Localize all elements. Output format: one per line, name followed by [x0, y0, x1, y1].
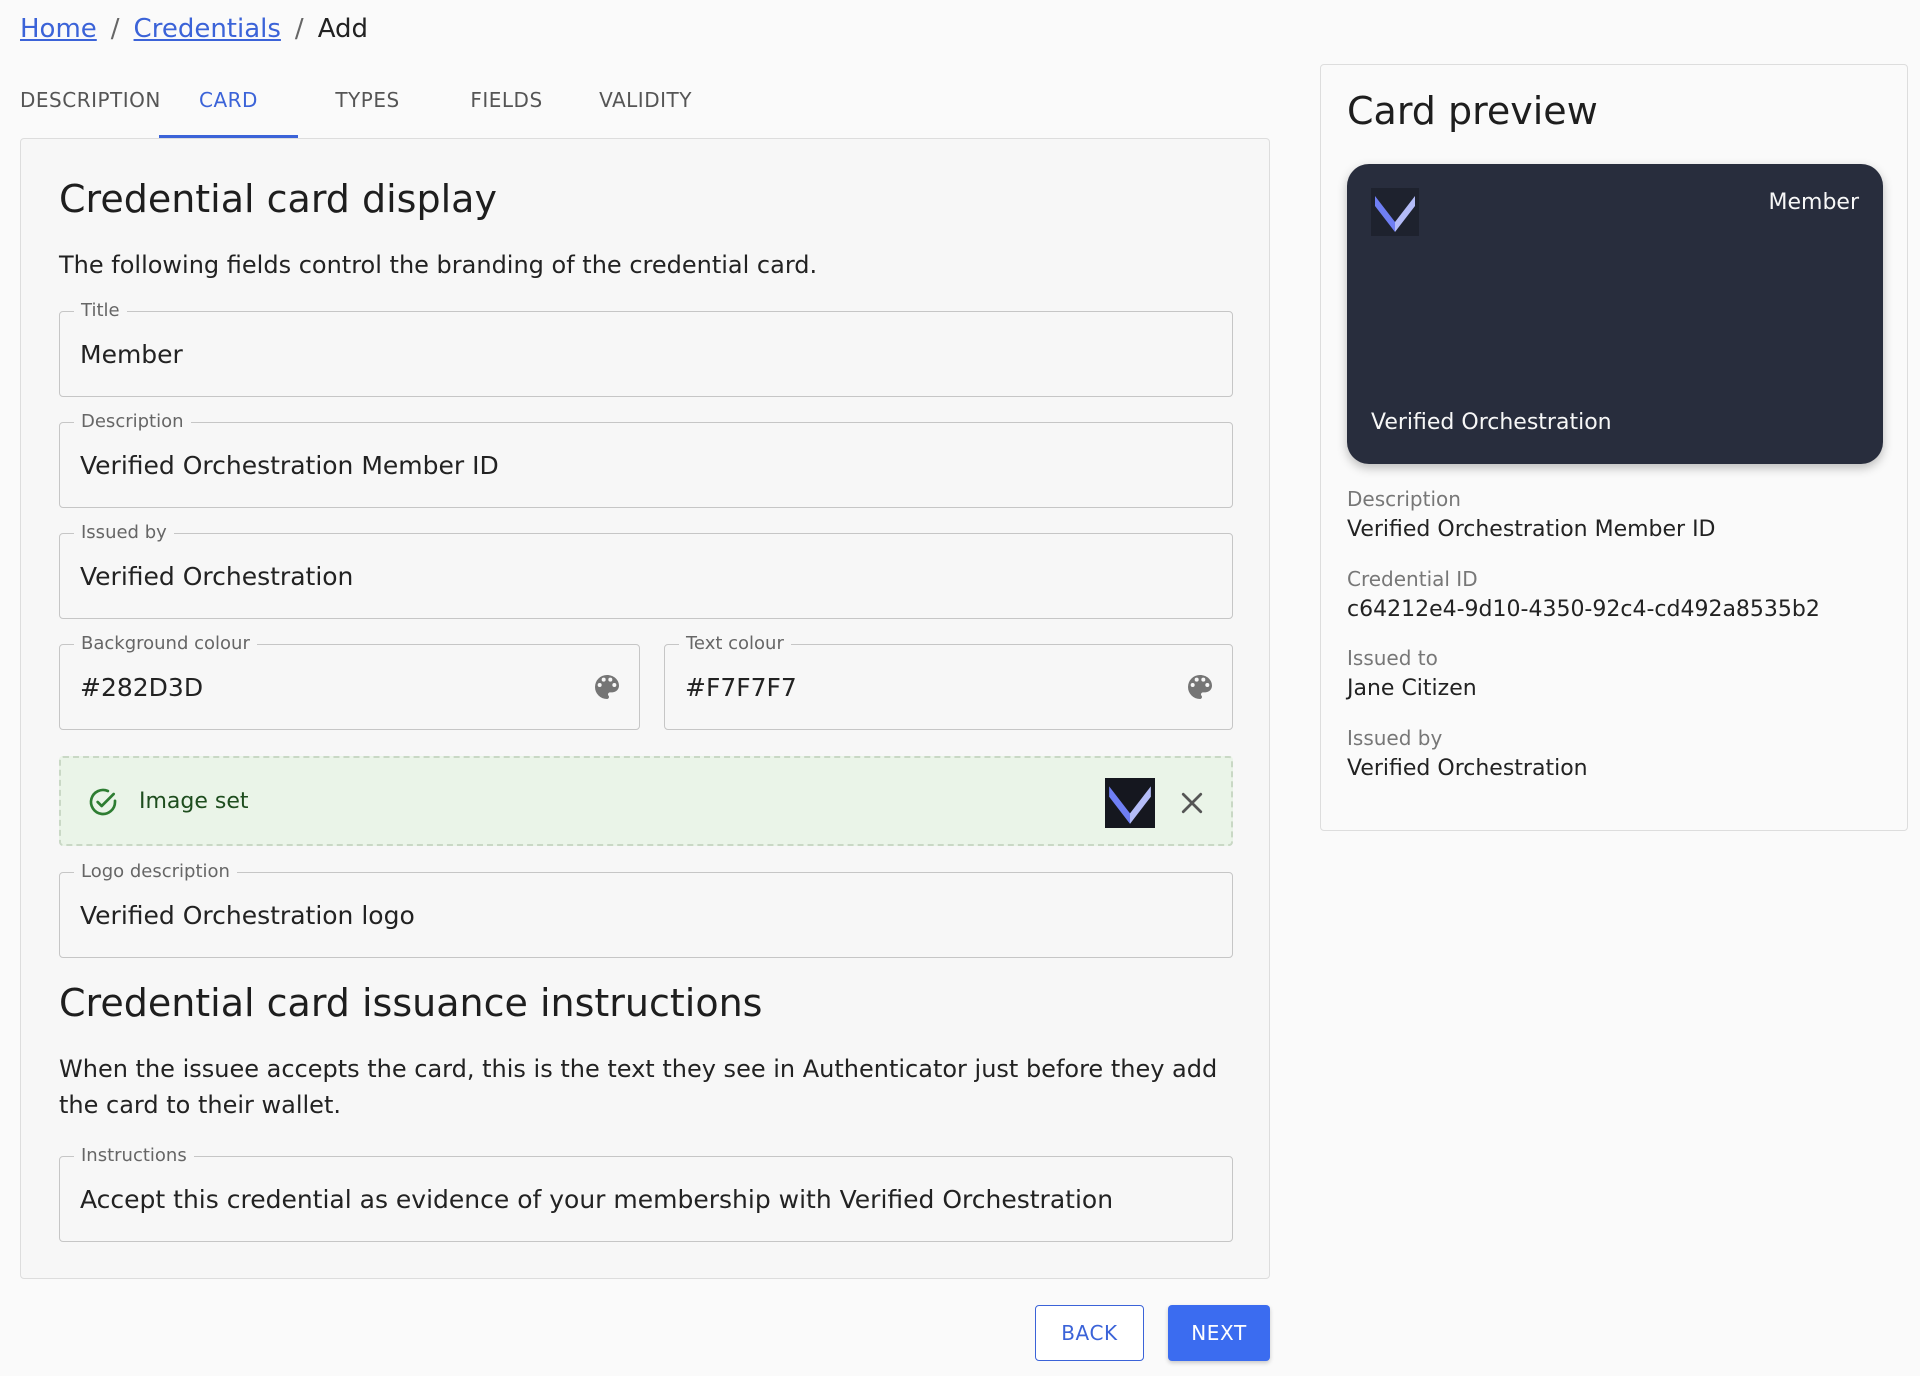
issued-by-field[interactable]: Issued by Verified Orchestration [59, 521, 1233, 619]
close-icon[interactable] [1177, 788, 1207, 818]
background-colour-field-value[interactable]: #282D3D [80, 645, 203, 729]
tab-description[interactable]: DESCRIPTION [20, 72, 160, 138]
text-colour-field-value[interactable]: #F7F7F7 [685, 645, 797, 729]
card-preview-issuer: Verified Orchestration [1371, 410, 1612, 435]
detail-issued-to-label: Issued to [1347, 646, 1438, 670]
check-circle-icon [89, 788, 117, 816]
breadcrumb-separator: / [110, 14, 120, 44]
logo-thumbnail [1105, 778, 1155, 828]
issued-by-field-value[interactable]: Verified Orchestration [80, 534, 353, 618]
issuance-intro: When the issuee accepts the card, this i… [59, 1055, 1218, 1119]
card-preview-heading: Card preview [1347, 89, 1598, 133]
image-upload-status: Image set [59, 756, 1233, 846]
card-logo [1371, 188, 1419, 236]
card-form-panel: Credential card display The following fi… [20, 138, 1270, 1279]
card-display-intro: The following fields control the brandin… [59, 251, 818, 279]
step-tabs: DESCRIPTION CARD TYPES FIELDS VALIDITY [20, 72, 715, 138]
tab-validity[interactable]: VALIDITY [576, 72, 715, 138]
palette-icon[interactable] [591, 671, 623, 703]
logo-description-field-value[interactable]: Verified Orchestration logo [80, 873, 415, 957]
image-set-text: Image set [139, 788, 249, 814]
background-colour-field[interactable]: Background colour #282D3D [59, 632, 640, 730]
breadcrumb-current: Add [317, 14, 369, 44]
detail-description-label: Description [1347, 487, 1461, 511]
breadcrumb-home-link[interactable]: Home [20, 14, 97, 44]
detail-issued-to-value: Jane Citizen [1347, 676, 1477, 701]
description-field[interactable]: Description Verified Orchestration Membe… [59, 410, 1233, 508]
detail-issued-by-label: Issued by [1347, 726, 1443, 750]
next-button[interactable]: NEXT [1168, 1305, 1270, 1361]
detail-credential-id-value: c64212e4-9d10-4350-92c4-cd492a8535b2 [1347, 597, 1820, 622]
page: Home / Credentials / Add DESCRIPTION CAR… [0, 0, 1920, 1376]
text-colour-field[interactable]: Text colour #F7F7F7 [664, 632, 1233, 730]
title-field-value[interactable]: Member [80, 312, 183, 396]
tab-types[interactable]: TYPES [298, 72, 437, 138]
tab-fields[interactable]: FIELDS [437, 72, 576, 138]
palette-icon[interactable] [1184, 671, 1216, 703]
breadcrumb-credentials-link[interactable]: Credentials [134, 14, 281, 44]
logo-description-field[interactable]: Logo description Verified Orchestration … [59, 860, 1233, 958]
description-field-value[interactable]: Verified Orchestration Member ID [80, 423, 499, 507]
instructions-field[interactable]: Instructions Accept this credential as e… [59, 1144, 1233, 1242]
breadcrumb: Home / Credentials / Add [20, 14, 368, 44]
detail-issued-by-value: Verified Orchestration [1347, 756, 1588, 781]
card-preview-panel: Card preview Member Verified Orchestrati… [1320, 64, 1908, 831]
instructions-field-value[interactable]: Accept this credential as evidence of yo… [80, 1157, 1113, 1241]
back-button[interactable]: BACK [1035, 1305, 1144, 1361]
card-display-heading: Credential card display [59, 177, 497, 221]
card-preview-title: Member [1768, 190, 1860, 215]
detail-description-value: Verified Orchestration Member ID [1347, 517, 1716, 542]
title-field[interactable]: Title Member [59, 299, 1233, 397]
credential-card-preview: Member Verified Orchestration [1347, 164, 1883, 464]
detail-credential-id-label: Credential ID [1347, 567, 1478, 591]
breadcrumb-separator: / [294, 14, 304, 44]
issuance-heading: Credential card issuance instructions [59, 981, 763, 1025]
tab-card[interactable]: CARD [159, 72, 298, 138]
